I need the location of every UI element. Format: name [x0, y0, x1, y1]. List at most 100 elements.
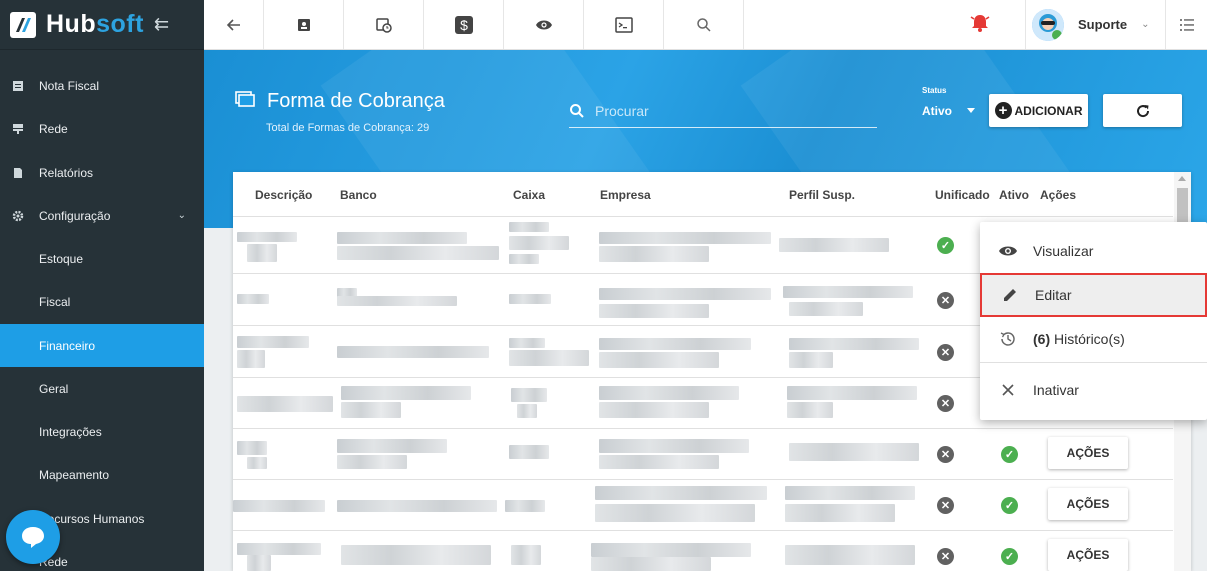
redacted-cell: [779, 238, 889, 252]
caret-down-icon[interactable]: [967, 108, 975, 113]
column-header[interactable]: Banco: [340, 188, 377, 202]
redacted-cell: [337, 296, 457, 306]
redacted-cell: [247, 555, 271, 571]
redacted-cell: [787, 402, 833, 418]
sidebar-item-label: Rede: [39, 121, 68, 136]
sidebar-item-estoque[interactable]: Estoque: [0, 237, 204, 280]
search-icon: [696, 17, 711, 32]
status-select[interactable]: Ativo: [922, 104, 952, 118]
sidebar-item-financeiro[interactable]: Financeiro: [0, 324, 204, 367]
column-header[interactable]: Ações: [1040, 188, 1076, 202]
actions-button[interactable]: AÇÕES: [1048, 488, 1128, 520]
search-input[interactable]: Procurar: [569, 94, 877, 128]
calendar-button[interactable]: [344, 0, 424, 49]
sidebar-item-label: Financeiro: [39, 338, 96, 353]
search-icon: [570, 103, 584, 118]
gear-icon: [11, 209, 25, 223]
menu-item-deactivate[interactable]: Inativar: [980, 368, 1207, 412]
sidebar-item-label: Fiscal: [39, 294, 71, 309]
redacted-cell: [341, 386, 471, 400]
menu-item-history[interactable]: (6) Histórico(s): [980, 318, 1207, 360]
logo-text: Hubsoft: [46, 10, 144, 38]
column-header[interactable]: Unificado: [935, 188, 990, 202]
sidebar-item-geral[interactable]: Geral: [0, 367, 204, 410]
table-row[interactable]: ✕ ✓ AÇÕES: [233, 429, 1173, 480]
column-header[interactable]: Descrição: [255, 188, 312, 202]
plus-circle-icon: +: [994, 102, 1012, 119]
avatar: [1032, 8, 1064, 41]
svg-text:$: $: [460, 17, 468, 33]
redacted-cell: [599, 338, 751, 350]
add-button[interactable]: + ADICIONAR: [989, 94, 1088, 127]
redacted-cell: [511, 545, 541, 565]
chat-button[interactable]: [6, 510, 60, 564]
network-icon: [11, 122, 25, 136]
redacted-cell: [237, 294, 269, 304]
sidebar-item-relatorios[interactable]: Relatórios: [0, 151, 204, 194]
x-circle-icon: ✕: [937, 446, 954, 463]
sidebar-item-label: Relatórios: [39, 165, 94, 180]
dollar-icon: $: [454, 15, 473, 34]
sidebar-item-label: Mapeamento: [39, 467, 110, 482]
menu-item-view[interactable]: Visualizar: [980, 230, 1207, 272]
sidebar-item-label: Estoque: [39, 251, 84, 266]
history-icon: [997, 330, 1019, 348]
arrow-left-icon: [226, 18, 240, 31]
menu-button[interactable]: [1165, 0, 1207, 49]
actions-context-menu: Visualizar Editar (6) Histórico(s) Inati…: [980, 222, 1207, 420]
redacted-cell: [599, 288, 771, 300]
finance-button[interactable]: $: [424, 0, 504, 49]
check-circle-icon: ✓: [937, 237, 954, 254]
column-header[interactable]: Ativo: [999, 188, 1029, 202]
redacted-cell: [599, 386, 739, 400]
actions-button[interactable]: AÇÕES: [1048, 539, 1128, 571]
column-header[interactable]: Caixa: [513, 188, 545, 202]
redacted-cell: [785, 504, 895, 522]
redacted-cell: [783, 286, 913, 298]
user-name: Suporte: [1078, 17, 1128, 32]
sidebar-item-integracoes[interactable]: Integrações: [0, 410, 204, 453]
notification-button[interactable]: [968, 12, 992, 39]
redacted-cell: [237, 232, 297, 242]
collapse-sidebar-icon[interactable]: ⇇: [154, 14, 169, 35]
sidebar-item-configuracao[interactable]: Configuração ⌄: [0, 194, 204, 237]
redacted-cell: [599, 352, 719, 368]
list-menu-icon: [1179, 18, 1194, 31]
sidebar-item-nota-fiscal[interactable]: Nota Fiscal: [0, 64, 204, 107]
column-header[interactable]: Perfil Susp.: [789, 188, 855, 202]
actions-button[interactable]: AÇÕES: [1048, 437, 1128, 469]
search-button[interactable]: [664, 0, 744, 49]
refresh-button[interactable]: [1103, 94, 1182, 127]
redacted-cell: [237, 350, 265, 368]
sidebar-item-rede[interactable]: Rede: [0, 107, 204, 150]
table-row[interactable]: ✕ ✓ AÇÕES: [233, 531, 1173, 571]
user-menu[interactable]: Suporte ⌄: [1025, 0, 1165, 49]
redacted-cell: [511, 388, 547, 402]
topbar: $ Suporte ⌄: [204, 0, 1207, 50]
terminal-button[interactable]: [584, 0, 664, 49]
page-title: Forma de Cobrança: [235, 90, 445, 113]
check-circle-icon: ✓: [1001, 446, 1018, 463]
redacted-cell: [595, 504, 755, 522]
refresh-icon: [1136, 104, 1149, 117]
redacted-cell: [789, 338, 919, 350]
menu-item-edit[interactable]: Editar: [980, 273, 1207, 317]
sidebar-item-fiscal[interactable]: Fiscal: [0, 280, 204, 323]
redacted-cell: [337, 246, 499, 260]
page-subtitle: Total de Formas de Cobrança: 29: [266, 122, 430, 134]
column-header[interactable]: Empresa: [600, 188, 651, 202]
redacted-cell: [789, 352, 833, 368]
redacted-cell: [509, 254, 539, 264]
logo-bar: Hubsoft ⇇: [0, 0, 204, 50]
terminal-icon: [614, 16, 633, 33]
table-row[interactable]: ✕ ✓ AÇÕES: [233, 480, 1173, 531]
check-circle-icon: ✓: [1001, 548, 1018, 565]
redacted-cell: [237, 543, 321, 555]
contacts-button[interactable]: [264, 0, 344, 49]
sidebar-item-mapeamento[interactable]: Mapeamento: [0, 453, 204, 496]
redacted-cell: [237, 441, 267, 455]
scroll-up-arrow[interactable]: [1178, 176, 1186, 181]
view-button[interactable]: [504, 0, 584, 49]
redacted-cell: [785, 486, 915, 500]
back-button[interactable]: [204, 0, 264, 49]
